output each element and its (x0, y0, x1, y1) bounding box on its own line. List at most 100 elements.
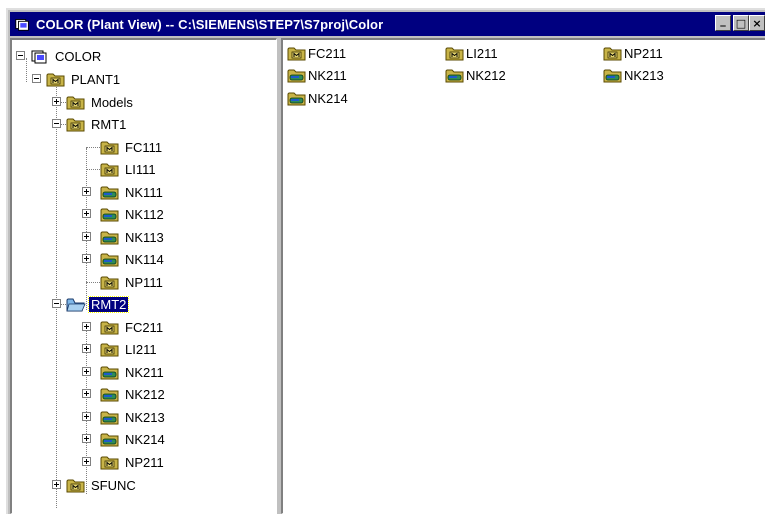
function-folder-icon (100, 274, 120, 290)
network-folder-icon (287, 90, 307, 106)
expand-icon[interactable] (82, 187, 91, 196)
function-folder-icon (445, 45, 465, 61)
tree-label-selected: RMT2 (87, 295, 130, 313)
collapse-icon[interactable] (52, 119, 61, 128)
tree-node-fc111[interactable]: FC111 (12, 137, 164, 157)
tree-label: LI111 (125, 161, 156, 177)
network-folder-icon (100, 431, 120, 447)
hierarchy-folder-icon (46, 71, 66, 87)
content-item-li211[interactable]: LI211 (445, 43, 498, 63)
content-item-nk212[interactable]: NK212 (445, 65, 506, 85)
content-item-np211[interactable]: NP211 (603, 43, 663, 63)
maximize-button[interactable]: □ (733, 15, 749, 31)
tree-label: RMT1 (91, 116, 127, 132)
tree-node-rmt2[interactable]: RMT2 (12, 294, 130, 314)
network-folder-icon (100, 386, 120, 402)
tree-label: NK113 (125, 229, 164, 245)
content-pane[interactable]: FC211 LI211 NP211 NK211 NK212 NK213 NK21… (281, 38, 765, 514)
close-button[interactable]: × (749, 15, 765, 31)
expand-icon[interactable] (82, 457, 91, 466)
tree-pane[interactable]: COLOR PLANT1 Models RMT1 FC111 LI111 NK1… (10, 38, 277, 514)
tree-label: NK212 (125, 386, 165, 402)
tree-node-li111[interactable]: LI111 (12, 159, 158, 179)
tree-node-nk113[interactable]: NK113 (12, 227, 166, 247)
expand-icon[interactable] (82, 254, 91, 263)
network-folder-icon (100, 184, 120, 200)
tree-node-fc211[interactable]: FC211 (12, 317, 165, 337)
content-item-nk214[interactable]: NK214 (287, 88, 348, 108)
maximize-icon: □ (735, 16, 747, 30)
tree-node-sfunc[interactable]: SFUNC (12, 475, 138, 495)
tree-node-np211[interactable]: NP211 (12, 452, 166, 472)
hierarchy-folder-icon (66, 477, 86, 493)
tree-node-nk214[interactable]: NK214 (12, 429, 167, 449)
network-folder-icon (100, 409, 120, 425)
expand-icon[interactable] (82, 322, 91, 331)
content-item-nk213[interactable]: NK213 (603, 65, 664, 85)
item-label: LI211 (466, 45, 498, 61)
hierarchy-folder-icon (66, 94, 86, 110)
collapse-icon[interactable] (52, 299, 61, 308)
item-label: NK214 (308, 90, 348, 106)
project-icon (30, 48, 50, 64)
expand-icon[interactable] (82, 412, 91, 421)
tree-label: NK214 (125, 431, 165, 447)
tree-node-np111[interactable]: NP111 (12, 272, 165, 292)
tree-node-rmt1[interactable]: RMT1 (12, 114, 128, 134)
open-folder-icon (66, 296, 86, 312)
tree-node-nk211[interactable]: NK211 (12, 362, 166, 382)
collapse-icon[interactable] (32, 74, 41, 83)
minimize-icon: _ (720, 13, 726, 27)
network-folder-icon (445, 67, 465, 83)
network-folder-icon (100, 229, 120, 245)
tree-label: NP211 (125, 454, 164, 470)
tree-node-nk114[interactable]: NK114 (12, 249, 166, 269)
tree-node-color[interactable]: COLOR (12, 46, 103, 66)
item-label: NK213 (624, 67, 664, 83)
expand-icon[interactable] (82, 232, 91, 241)
expand-icon[interactable] (82, 344, 91, 353)
item-label: NK211 (308, 67, 347, 83)
network-folder-icon (287, 67, 307, 83)
function-folder-icon (100, 341, 120, 357)
content-item-fc211[interactable]: FC211 (287, 43, 346, 63)
collapse-icon[interactable] (16, 51, 25, 60)
tree-label: COLOR (55, 48, 102, 64)
tree-node-nk212[interactable]: NK212 (12, 384, 167, 404)
hierarchy-folder-icon (66, 116, 86, 132)
expand-icon[interactable] (52, 97, 61, 106)
tree-node-nk112[interactable]: NK112 (12, 204, 166, 224)
content-item-nk211[interactable]: NK211 (287, 65, 347, 85)
tree-node-nk213[interactable]: NK213 (12, 407, 167, 427)
function-folder-icon (100, 139, 120, 155)
tree-label: NK112 (125, 206, 164, 222)
app-icon (14, 16, 32, 32)
tree-label: FC111 (125, 139, 163, 155)
tree-label: FC211 (125, 319, 164, 335)
tree-label: NK213 (125, 409, 165, 425)
title-bar[interactable]: COLOR (Plant View) -- C:\SIEMENS\STEP7\S… (10, 12, 765, 36)
network-folder-icon (100, 251, 120, 267)
tree-label: NK111 (125, 184, 163, 200)
item-label: NP211 (624, 45, 663, 61)
expand-icon[interactable] (52, 480, 61, 489)
network-folder-icon (603, 67, 623, 83)
tree-label: SFUNC (91, 477, 136, 493)
tree-label: LI211 (125, 341, 157, 357)
tree-node-models[interactable]: Models (12, 92, 135, 112)
tree-label: Models (91, 94, 133, 110)
tree-node-plant1[interactable]: PLANT1 (12, 69, 122, 89)
expand-icon[interactable] (82, 434, 91, 443)
item-label: NK212 (466, 67, 506, 83)
expand-icon[interactable] (82, 209, 91, 218)
tree-node-nk111[interactable]: NK111 (12, 182, 165, 202)
network-folder-icon (100, 206, 120, 222)
minimize-button[interactable]: _ (715, 15, 731, 31)
tree-node-li211[interactable]: LI211 (12, 339, 159, 359)
tree-label: NP111 (125, 274, 163, 290)
window-title: COLOR (Plant View) -- C:\SIEMENS\STEP7\S… (36, 16, 384, 32)
expand-icon[interactable] (82, 389, 91, 398)
tree-label: PLANT1 (71, 71, 121, 87)
expand-icon[interactable] (82, 367, 91, 376)
network-folder-icon (100, 364, 120, 380)
